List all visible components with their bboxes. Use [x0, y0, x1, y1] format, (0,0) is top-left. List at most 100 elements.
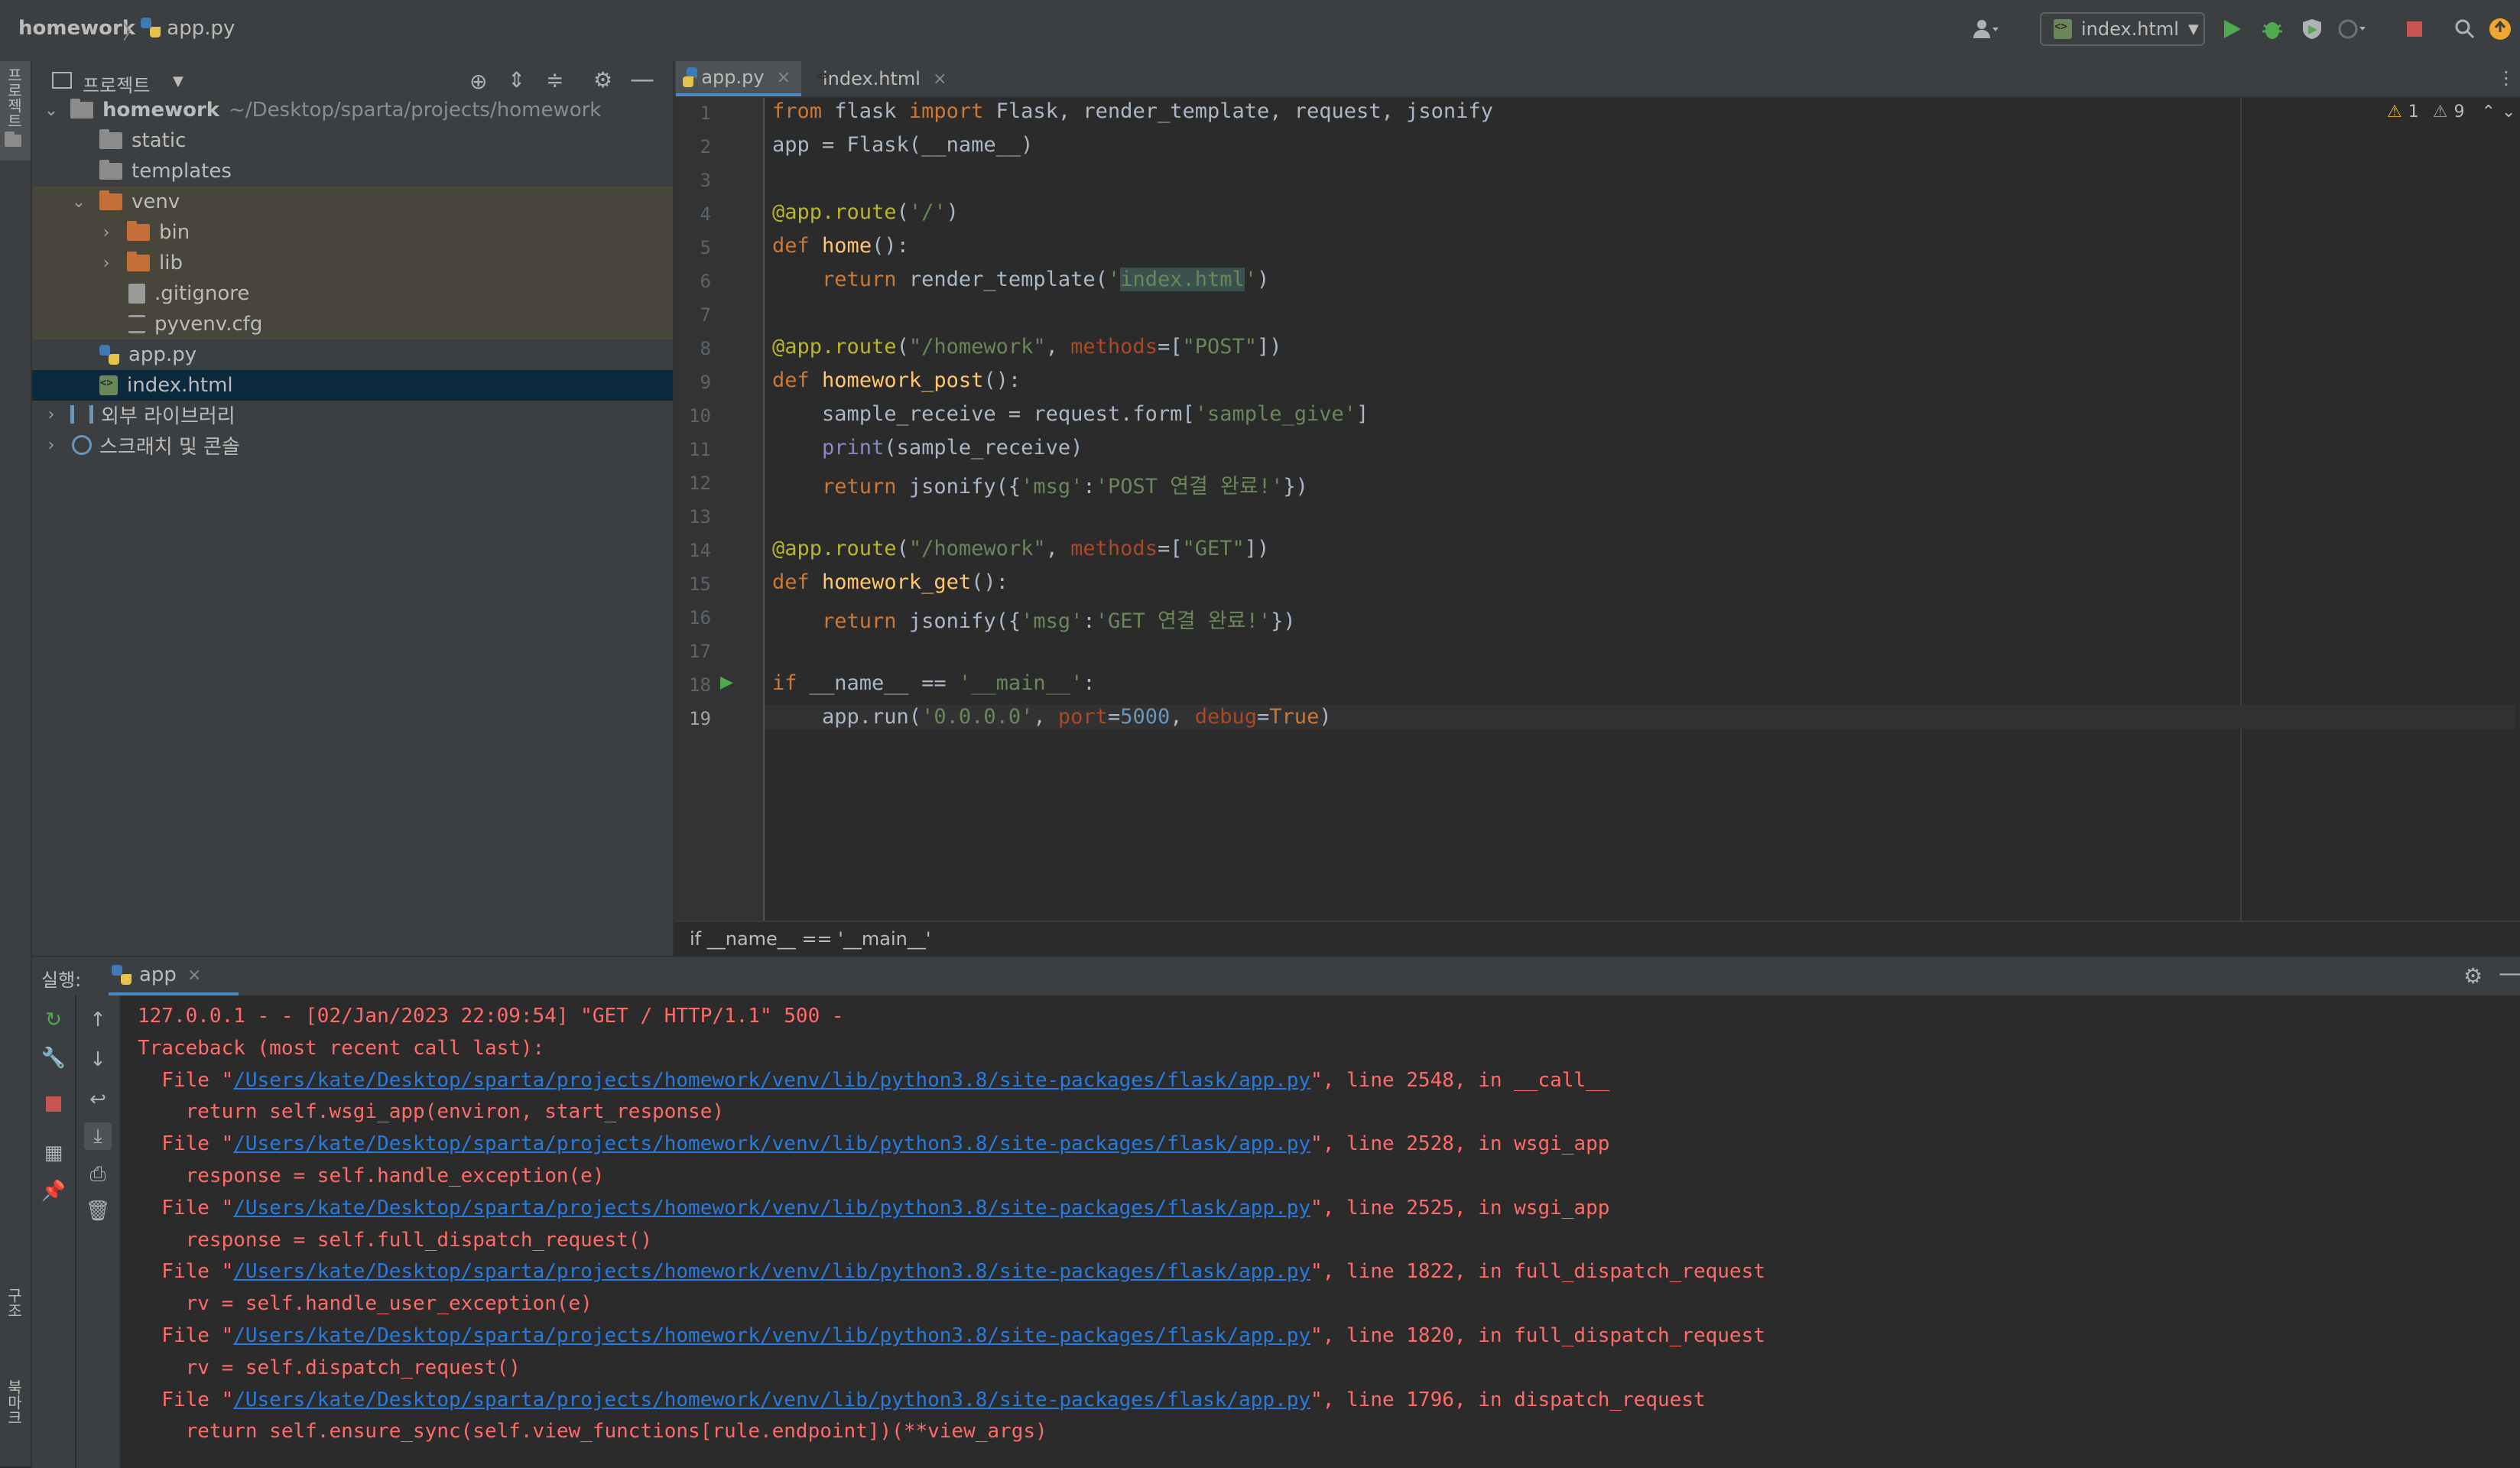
code-line[interactable]: @app.route("/homework", methods=["GET"]) — [772, 537, 1269, 560]
user-icon[interactable] — [1971, 14, 2002, 44]
tree-item-label: lib — [159, 252, 183, 274]
tree-item-homework[interactable]: ⌄ homework ~/Desktop/sparta/projects/hom… — [32, 95, 673, 125]
code-line[interactable]: print(sample_receive) — [772, 436, 1083, 460]
code-line[interactable]: app = Flask(__name__) — [772, 133, 1033, 157]
code-line[interactable]: from flask import Flask, render_template… — [772, 99, 1493, 123]
rerun-icon[interactable]: ↻ — [40, 1006, 67, 1034]
arrow-up-icon[interactable]: ↑ — [84, 1006, 112, 1034]
chevron-right-icon[interactable]: › — [40, 405, 63, 424]
tree-item-pyvenv[interactable]: pyvenv.cfg — [32, 309, 673, 339]
code-breadcrumb[interactable]: if __name__ == '__main__' — [690, 928, 930, 950]
arrow-down-icon[interactable]: ↓ — [84, 1046, 112, 1073]
tree-item-gitignore[interactable]: .gitignore — [32, 278, 673, 309]
console-file-link[interactable]: /Users/kate/Desktop/sparta/projects/home… — [233, 1388, 1310, 1411]
code-line[interactable]: @app.route('/') — [772, 200, 959, 224]
print-icon[interactable]: ⎙ — [84, 1161, 112, 1188]
gear-icon[interactable]: ⚙ — [2463, 963, 2483, 989]
chevron-down-icon[interactable]: ⌄ — [2502, 102, 2515, 122]
chevron-down-icon[interactable]: ▼ — [173, 73, 183, 89]
soft-wrap-icon[interactable]: ↩ — [84, 1086, 112, 1113]
tree-item-lib[interactable]: › lib — [32, 248, 673, 278]
console-line[interactable]: File "/Users/kate/Desktop/sparta/project… — [138, 1069, 1609, 1092]
tree-item-templates[interactable]: templates — [32, 156, 673, 187]
chevron-right-icon[interactable]: › — [40, 436, 63, 455]
code-line[interactable]: def home(): — [772, 234, 909, 258]
chevron-right-icon[interactable]: › — [95, 254, 118, 273]
chevron-up-icon[interactable]: ⌃ — [2481, 102, 2495, 122]
tree-item-label: venv — [132, 190, 180, 213]
search-icon[interactable] — [2450, 14, 2480, 44]
tree-item-external-libraries[interactable]: › 외부 라이브러리 — [32, 399, 673, 430]
code-line[interactable]: def homework_post(): — [772, 369, 1021, 392]
minimize-icon[interactable]: — — [630, 64, 654, 93]
project-tool-window-button[interactable]: 프로젝트 — [0, 61, 31, 161]
tree-item-app-py[interactable]: app.py — [32, 339, 673, 370]
code-line[interactable]: if __name__ == '__main__': — [772, 671, 1096, 695]
code-line[interactable]: return render_template('index.html') — [772, 268, 1269, 291]
console-text: rv = self.dispatch_request() — [138, 1356, 521, 1379]
chevron-down-icon[interactable]: ⌄ — [67, 193, 90, 212]
console-file-link[interactable]: /Users/kate/Desktop/sparta/projects/home… — [233, 1324, 1310, 1347]
run-toolbar-secondary: ↑ ↓ ↩ ⤓ ⎙ 🗑 — [76, 995, 121, 1468]
update-icon[interactable] — [2485, 14, 2515, 44]
tab-app-py[interactable]: app.py × — [676, 61, 801, 96]
run-config-select[interactable]: index.html ▼ — [2040, 12, 2205, 46]
layout-icon[interactable]: ▦ — [40, 1139, 67, 1167]
console-line[interactable]: File "/Users/kate/Desktop/sparta/project… — [138, 1197, 1609, 1220]
gear-icon[interactable]: ⚙ — [593, 67, 612, 93]
project-view-selector[interactable]: 프로젝트 — [83, 70, 150, 97]
console-file-link[interactable]: /Users/kate/Desktop/sparta/projects/home… — [233, 1069, 1310, 1092]
code-line[interactable]: return jsonify({'msg':'POST 연결 완료!'}) — [772, 469, 1308, 499]
tree-item-scratches[interactable]: › 스크래치 및 콘솔 — [32, 430, 673, 460]
console-line: Traceback (most recent call last): — [138, 1037, 544, 1060]
console-file-link[interactable]: /Users/kate/Desktop/sparta/projects/home… — [233, 1132, 1310, 1155]
pin-icon[interactable]: 📌 — [40, 1177, 67, 1205]
breadcrumb-file[interactable]: app.py — [141, 17, 235, 40]
stop-icon[interactable] — [40, 1090, 67, 1118]
close-icon[interactable]: × — [933, 70, 947, 89]
close-icon[interactable]: × — [777, 68, 791, 87]
collapse-all-icon[interactable]: ≑ — [546, 67, 563, 93]
code-line[interactable]: sample_receive = request.form['sample_gi… — [772, 402, 1369, 426]
breadcrumb-project[interactable]: homework — [18, 17, 135, 40]
structure-tool-window-button[interactable]: 구조 — [0, 1284, 31, 1353]
console-line[interactable]: File "/Users/kate/Desktop/sparta/project… — [138, 1388, 1705, 1411]
console-line[interactable]: File "/Users/kate/Desktop/sparta/project… — [138, 1132, 1609, 1155]
console-line[interactable]: File "/Users/kate/Desktop/sparta/project… — [138, 1260, 1765, 1283]
console-line[interactable]: File "/Users/kate/Desktop/sparta/project… — [138, 1324, 1765, 1347]
close-icon[interactable]: × — [187, 966, 201, 985]
scroll-to-end-icon[interactable]: ⤓ — [84, 1122, 112, 1150]
code-line[interactable]: return jsonify({'msg':'GET 연결 완료!'}) — [772, 604, 1296, 634]
console-file-link[interactable]: /Users/kate/Desktop/sparta/projects/home… — [233, 1197, 1310, 1220]
run-icon[interactable] — [2217, 14, 2248, 44]
code-line[interactable]: @app.route("/homework", methods=["POST"]… — [772, 335, 1282, 359]
chevron-right-icon[interactable]: › — [95, 223, 118, 242]
tree-item-label: pyvenv.cfg — [154, 313, 263, 336]
tab-index-html[interactable]: index.html × — [804, 61, 957, 96]
wrench-icon[interactable]: 🔧 — [40, 1044, 67, 1072]
expand-all-icon[interactable]: ⇕ — [508, 67, 525, 93]
code-line[interactable]: def homework_get(): — [772, 570, 1008, 594]
minimize-icon[interactable]: — — [2499, 960, 2520, 987]
console-file-link[interactable]: /Users/kate/Desktop/sparta/projects/home… — [233, 1260, 1310, 1283]
run-gutter-icon[interactable]: ▶ — [720, 673, 733, 692]
trash-icon[interactable]: 🗑 — [84, 1197, 112, 1225]
coverage-icon[interactable] — [2297, 14, 2327, 44]
code-line-current[interactable]: app.run('0.0.0.0', port=5000, debug=True… — [765, 705, 2515, 729]
tree-item-venv[interactable]: ⌄ venv — [32, 187, 673, 217]
debug-icon[interactable] — [2257, 14, 2288, 44]
locate-file-icon[interactable]: ⊕ — [469, 69, 487, 94]
bookmarks-tool-window-button[interactable]: 북마크 — [0, 1376, 31, 1453]
stop-icon[interactable] — [2399, 14, 2430, 44]
tree-item-bin[interactable]: › bin — [32, 217, 673, 248]
profile-icon[interactable] — [2337, 14, 2367, 44]
tree-item-static[interactable]: static — [32, 125, 673, 156]
more-tabs-icon[interactable]: ⋮ — [2497, 67, 2515, 89]
tree-item-index-html[interactable]: index.html — [32, 370, 673, 401]
line-number: 1 — [700, 102, 711, 124]
warning-count-b: 9 — [2453, 102, 2465, 122]
chevron-down-icon[interactable]: ⌄ — [40, 101, 63, 120]
run-tab-app[interactable]: app × — [109, 957, 239, 995]
inspection-widget[interactable]: ⚠ 1 ⚠ 9 ⌃ ⌄ — [2387, 102, 2515, 122]
tree-item-label: 외부 라이브러리 — [101, 404, 235, 428]
